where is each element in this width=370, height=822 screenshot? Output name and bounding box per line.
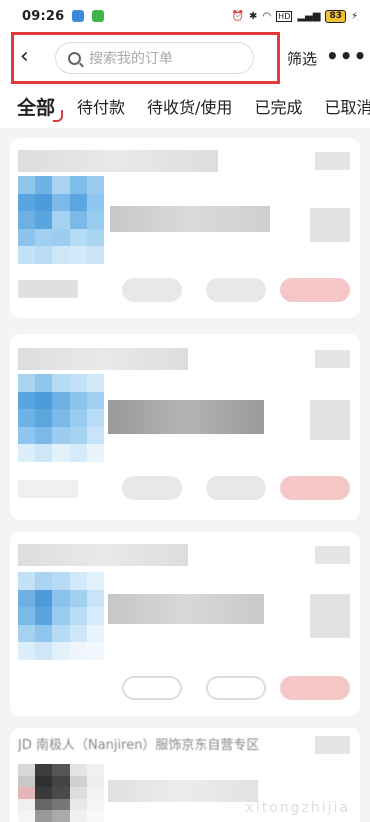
order-card[interactable]: JD 南极人（Nanjiren）服饰京东自营专区 xitongzhijia [10, 728, 360, 822]
more-icon[interactable]: ••• [326, 44, 367, 68]
product-thumbnail [18, 176, 104, 264]
product-thumbnail [18, 374, 104, 462]
back-arrow-icon[interactable]: ‹ [20, 46, 29, 68]
blurred-price [310, 400, 350, 440]
blurred-order-info [18, 280, 78, 298]
order-card[interactable] [10, 138, 360, 318]
blurred-order-info [18, 480, 78, 498]
bluetooth-icon: ✱ [249, 10, 258, 22]
search-placeholder: 搜索我的订单 [89, 51, 173, 67]
blurred-product-title [108, 780, 258, 802]
blurred-status [315, 152, 350, 170]
order-primary-button[interactable] [280, 278, 350, 302]
order-list-page: 09:26 ⏰ ✱ ◠ HD ▂▄▆ 83 ⚡ ‹ 搜索我的订单 筛选 ••• … [0, 0, 370, 822]
tab-completed[interactable]: 已完成 [254, 94, 302, 118]
blurred-shop-name [18, 150, 218, 172]
status-time: 09:26 [22, 8, 65, 24]
blurred-shop-name [18, 348, 188, 370]
filter-button[interactable]: 筛选 [287, 48, 317, 69]
tab-cancelled[interactable]: 已取消 [324, 94, 370, 118]
app-notification-icon [72, 10, 85, 22]
order-action-button[interactable] [206, 278, 266, 302]
blurred-status [315, 546, 350, 564]
status-right: ⏰ ✱ ◠ HD ▂▄▆ 83 ⚡ [231, 9, 358, 23]
wifi-icon: ◠ [262, 10, 272, 22]
status-bar: 09:26 ⏰ ✱ ◠ HD ▂▄▆ 83 ⚡ [0, 0, 370, 32]
wechat-notification-icon [92, 10, 105, 22]
order-action-button[interactable] [122, 278, 182, 302]
blurred-status [315, 736, 350, 754]
watermark: xitongzhijia [245, 800, 350, 816]
search-input[interactable]: 搜索我的订单 [55, 42, 254, 74]
order-card[interactable] [10, 334, 360, 520]
order-primary-button[interactable] [280, 676, 350, 700]
search-icon [68, 51, 81, 65]
shop-name[interactable]: JD 南极人（Nanjiren）服饰京东自营专区 [18, 734, 348, 753]
signal-icon: ▂▄▆ [297, 10, 321, 22]
battery-indicator: 83 [325, 9, 346, 23]
charging-icon: ⚡ [350, 10, 358, 22]
blurred-price [310, 208, 350, 242]
blurred-product-title [108, 594, 264, 624]
top-bar: ‹ 搜索我的订单 筛选 ••• [0, 32, 370, 84]
tab-all[interactable]: 全部 [17, 93, 64, 122]
order-action-button[interactable] [206, 676, 266, 700]
product-thumbnail [18, 764, 104, 822]
order-tabs: 全部 待付款 待收货/使用 已完成 已取消 [0, 84, 370, 128]
blurred-price [310, 594, 350, 638]
blurred-shop-name [18, 544, 188, 566]
order-action-button[interactable] [206, 476, 266, 500]
order-card[interactable] [10, 532, 360, 716]
order-action-button[interactable] [122, 676, 182, 700]
tab-to-receive[interactable]: 待收货/使用 [147, 94, 232, 118]
blurred-status [315, 350, 350, 368]
blurred-product-title [108, 400, 264, 434]
alarm-icon: ⏰ [231, 10, 245, 22]
tab-pending-payment[interactable]: 待付款 [77, 94, 125, 118]
blurred-product-title [110, 206, 270, 232]
hd-icon: HD [276, 10, 293, 22]
order-action-button[interactable] [122, 476, 182, 500]
product-thumbnail [18, 572, 104, 660]
order-primary-button[interactable] [280, 476, 350, 500]
